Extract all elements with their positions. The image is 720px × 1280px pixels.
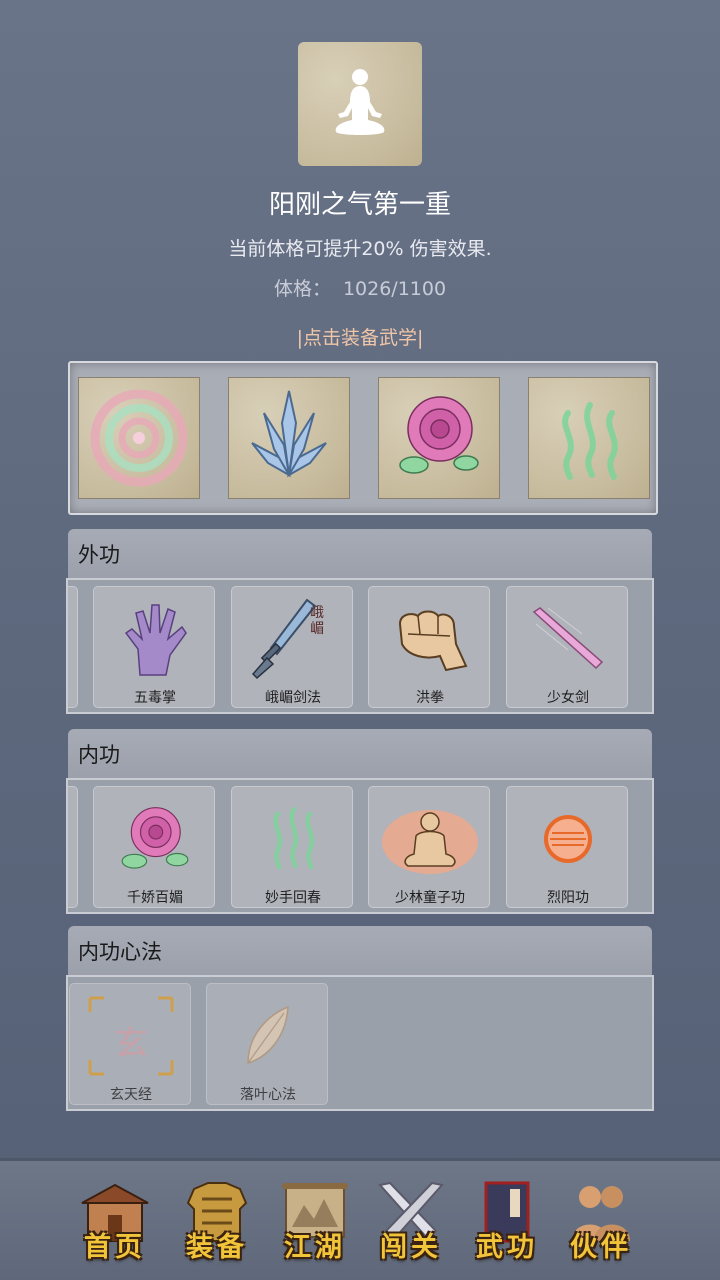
skill-label: 妙手回春 xyxy=(265,890,321,906)
section-list-neigong[interactable]: 千娇百媚 妙手回春 少林童子功 烈阳功 xyxy=(66,778,654,914)
equipped-slot-1[interactable] xyxy=(78,377,200,499)
skill-label: 少林童子功 xyxy=(395,890,465,906)
skill-card-emei-jianfa[interactable]: 峨嵋 峨嵋剑法 xyxy=(231,586,353,708)
section-list-waigong[interactable]: 五毒掌 峨嵋 峨嵋剑法 洪拳 少女剑 xyxy=(66,578,654,714)
spiral-icon xyxy=(90,389,188,487)
nav-label-jianghu: 江湖 xyxy=(284,1232,346,1263)
section-title-xinfa: 内功心法 xyxy=(78,940,162,964)
skill-label: 少女剑 xyxy=(547,690,589,706)
green-waves-icon xyxy=(273,807,314,870)
skill-label: 玄天经 xyxy=(110,1087,152,1103)
rose-icon xyxy=(121,807,189,869)
skill-card-shaonu-jian[interactable]: 少女剑 xyxy=(506,586,628,708)
skill-card-xuantian-jing[interactable]: 玄 玄天经 xyxy=(69,983,191,1105)
skill-label: 烈阳功 xyxy=(547,890,589,906)
skill-card-shaolin-tongzi[interactable]: 少林童子功 xyxy=(368,786,490,908)
section-list-xinfa[interactable]: 玄 玄天经 落叶心法 xyxy=(66,975,654,1111)
nav-home[interactable]: 首页 xyxy=(70,1175,160,1271)
section-header-xinfa: 内功心法 xyxy=(68,926,652,976)
meditation-figure-icon xyxy=(335,69,385,135)
section-title-neigong: 内功 xyxy=(78,743,120,767)
stat-row: 体格： 1026/1100 xyxy=(0,274,720,301)
nav-label-chuangguan: 闯关 xyxy=(380,1232,442,1263)
skill-card-partial[interactable] xyxy=(68,786,78,908)
nav-label-partners: 伙伴 xyxy=(570,1232,632,1263)
pink-blade-icon xyxy=(532,607,604,670)
section-header-waigong: 外功 xyxy=(68,529,652,579)
skill-card-luoye-xinfa[interactable]: 落叶心法 xyxy=(206,983,328,1105)
nav-partners[interactable]: 伙伴 xyxy=(556,1175,646,1271)
stat-value: 1026/1100 xyxy=(342,278,447,300)
skill-card-hong-quan[interactable]: 洪拳 xyxy=(368,586,490,708)
skill-card-wudu-zhang[interactable]: 五毒掌 xyxy=(93,586,215,708)
skill-card-partial[interactable] xyxy=(68,586,78,708)
nav-label-wugong: 武功 xyxy=(476,1232,538,1263)
skill-title: 阳刚之气第一重 xyxy=(268,190,451,220)
nav-label-equipment: 装备 xyxy=(186,1232,248,1263)
skill-card-lieyang-gong[interactable]: 烈阳功 xyxy=(506,786,628,908)
skill-avatar xyxy=(298,42,422,166)
nav-jianghu[interactable]: 江湖 xyxy=(270,1175,360,1271)
section-title-waigong: 外功 xyxy=(78,543,120,567)
leaf-icon xyxy=(247,1005,289,1065)
skill-card-miaoshou-huichun[interactable]: 妙手回春 xyxy=(231,786,353,908)
skill-label: 落叶心法 xyxy=(240,1087,296,1103)
skill-label: 千娇百媚 xyxy=(127,890,183,906)
skill-description: 当前体格可提升20% 伤害效果. xyxy=(228,238,492,260)
fist-icon xyxy=(398,610,468,672)
nav-wugong[interactable]: 武功 xyxy=(462,1175,552,1271)
equip-hint[interactable]: |点击装备武学| xyxy=(0,323,720,350)
nav-label-home: 首页 xyxy=(84,1232,146,1263)
skill-label: 五毒掌 xyxy=(134,690,176,706)
sword-glyph: 峨嵋 xyxy=(310,605,324,637)
skill-label: 洪拳 xyxy=(416,690,444,706)
monk-icon xyxy=(382,810,478,874)
crystal-blades-icon xyxy=(251,390,327,478)
green-waves-icon xyxy=(562,402,618,480)
sword-icon xyxy=(251,598,317,680)
equipped-slot-3[interactable] xyxy=(378,377,500,499)
section-header-neigong: 内功 xyxy=(68,729,652,779)
equipped-slot-2[interactable] xyxy=(228,377,350,499)
nav-equipment[interactable]: 装备 xyxy=(172,1175,262,1271)
equipped-slot-4[interactable] xyxy=(528,377,650,499)
xuan-glyph: 玄 xyxy=(114,1024,148,1064)
purple-palm-icon xyxy=(124,604,187,676)
sun-orb-icon xyxy=(544,815,592,863)
nav-chuangguan[interactable]: 闯关 xyxy=(366,1175,456,1271)
stat-label: 体格： xyxy=(273,278,331,300)
bottom-nav: 首页 装备 江湖 闯关 武功 伙伴 xyxy=(0,1158,720,1280)
skill-card-qianjiao-baimei[interactable]: 千娇百媚 xyxy=(93,786,215,908)
equipped-skills-bar xyxy=(68,361,658,515)
rose-icon xyxy=(399,396,479,474)
skill-label: 峨嵋剑法 xyxy=(265,690,321,706)
